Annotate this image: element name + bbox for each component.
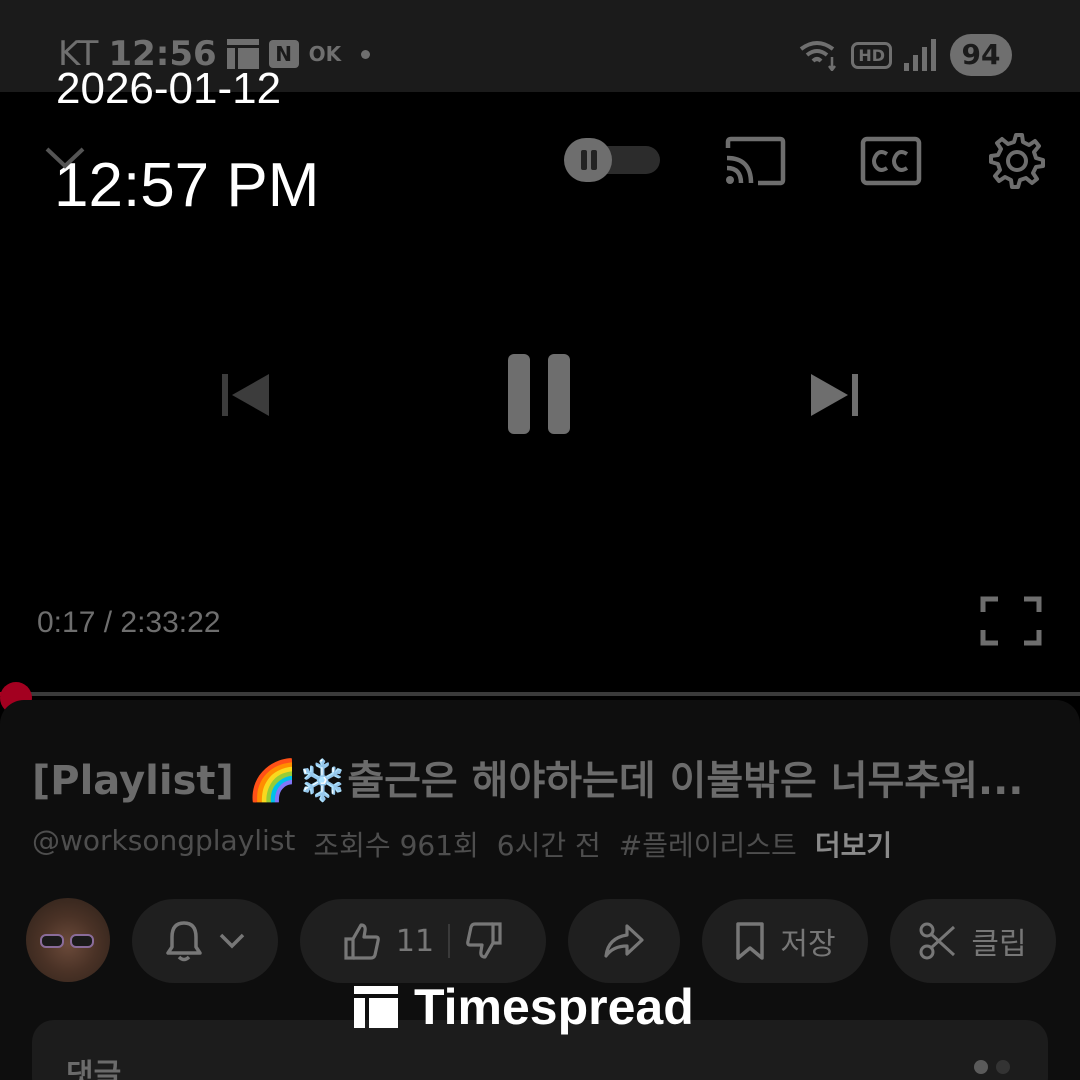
timespread-logo-icon	[354, 986, 398, 1028]
thumbs-up-icon[interactable]	[342, 921, 382, 961]
settings-gear-icon[interactable]	[988, 132, 1046, 190]
avatar-glasses	[40, 934, 96, 948]
scissors-icon	[919, 922, 956, 960]
status-bar-right: HD 94	[799, 34, 1012, 76]
hd-voice-icon: HD	[851, 41, 892, 69]
stamp-date: 2026-01-12	[56, 64, 282, 113]
save-button[interactable]: 저장	[702, 899, 868, 983]
autoplay-pause-icon	[564, 138, 612, 182]
signal-icon	[904, 39, 936, 71]
share-arrow-icon	[604, 924, 644, 958]
channel-handle[interactable]: @worksongplaylist	[32, 824, 295, 864]
playback-time: 0:17 / 2:33:22	[37, 606, 221, 640]
like-count: 11	[395, 923, 435, 959]
more-notifications-dot	[361, 49, 371, 59]
comments-pager-dots	[974, 1060, 1010, 1074]
next-track-icon[interactable]	[808, 372, 860, 418]
hashtag-link[interactable]: #플레이리스트	[619, 824, 797, 864]
ok-notification-label: OK	[308, 42, 342, 66]
like-dislike-button[interactable]: 11	[300, 899, 546, 983]
like-divider	[448, 924, 451, 958]
minimize-chevron-icon[interactable]	[44, 146, 86, 170]
battery-indicator: 94	[950, 34, 1012, 76]
timespread-watermark: Timespread	[354, 978, 694, 1036]
thumbs-down-icon[interactable]	[464, 921, 504, 961]
clip-label: 클립	[971, 927, 1027, 962]
pager-dot-active	[974, 1060, 988, 1074]
watermark-text: Timespread	[414, 979, 694, 1035]
time-separator: /	[95, 606, 121, 639]
wifi-icon	[800, 41, 837, 71]
autoplay-toggle[interactable]	[564, 138, 660, 182]
pager-dot	[996, 1060, 1010, 1074]
fullscreen-icon[interactable]	[980, 596, 1042, 646]
total-duration: 2:33:22	[120, 606, 221, 639]
stamp-time: 12:57 PM	[54, 151, 320, 220]
bell-icon	[166, 921, 202, 962]
pause-icon[interactable]	[506, 352, 574, 436]
clip-button[interactable]: 클립	[890, 899, 1056, 983]
view-count: 조회수 961회	[313, 829, 479, 862]
subscribe-bell-button[interactable]	[132, 899, 278, 983]
video-meta-row[interactable]: @worksongplaylist 조회수 961회 6시간 전 #플레이리스트…	[32, 824, 892, 864]
previous-track-icon[interactable]	[220, 372, 272, 418]
bookmark-icon	[736, 922, 765, 960]
save-label: 저장	[780, 927, 836, 962]
chevron-down-icon	[219, 933, 245, 949]
cast-icon[interactable]	[724, 136, 786, 186]
channel-avatar[interactable]	[26, 898, 110, 982]
captions-icon[interactable]	[860, 136, 922, 186]
video-title[interactable]: [Playlist] 🌈❄️출근은 해야하는데 이불밖은 너무추워...	[32, 748, 1023, 806]
share-button[interactable]	[568, 899, 680, 983]
more-link[interactable]: 더보기	[815, 824, 892, 864]
upload-age: 6시간 전	[496, 829, 601, 862]
elapsed-time: 0:17	[37, 606, 96, 639]
comments-label: 댓글	[66, 1058, 122, 1080]
progress-bar[interactable]	[0, 692, 1080, 696]
